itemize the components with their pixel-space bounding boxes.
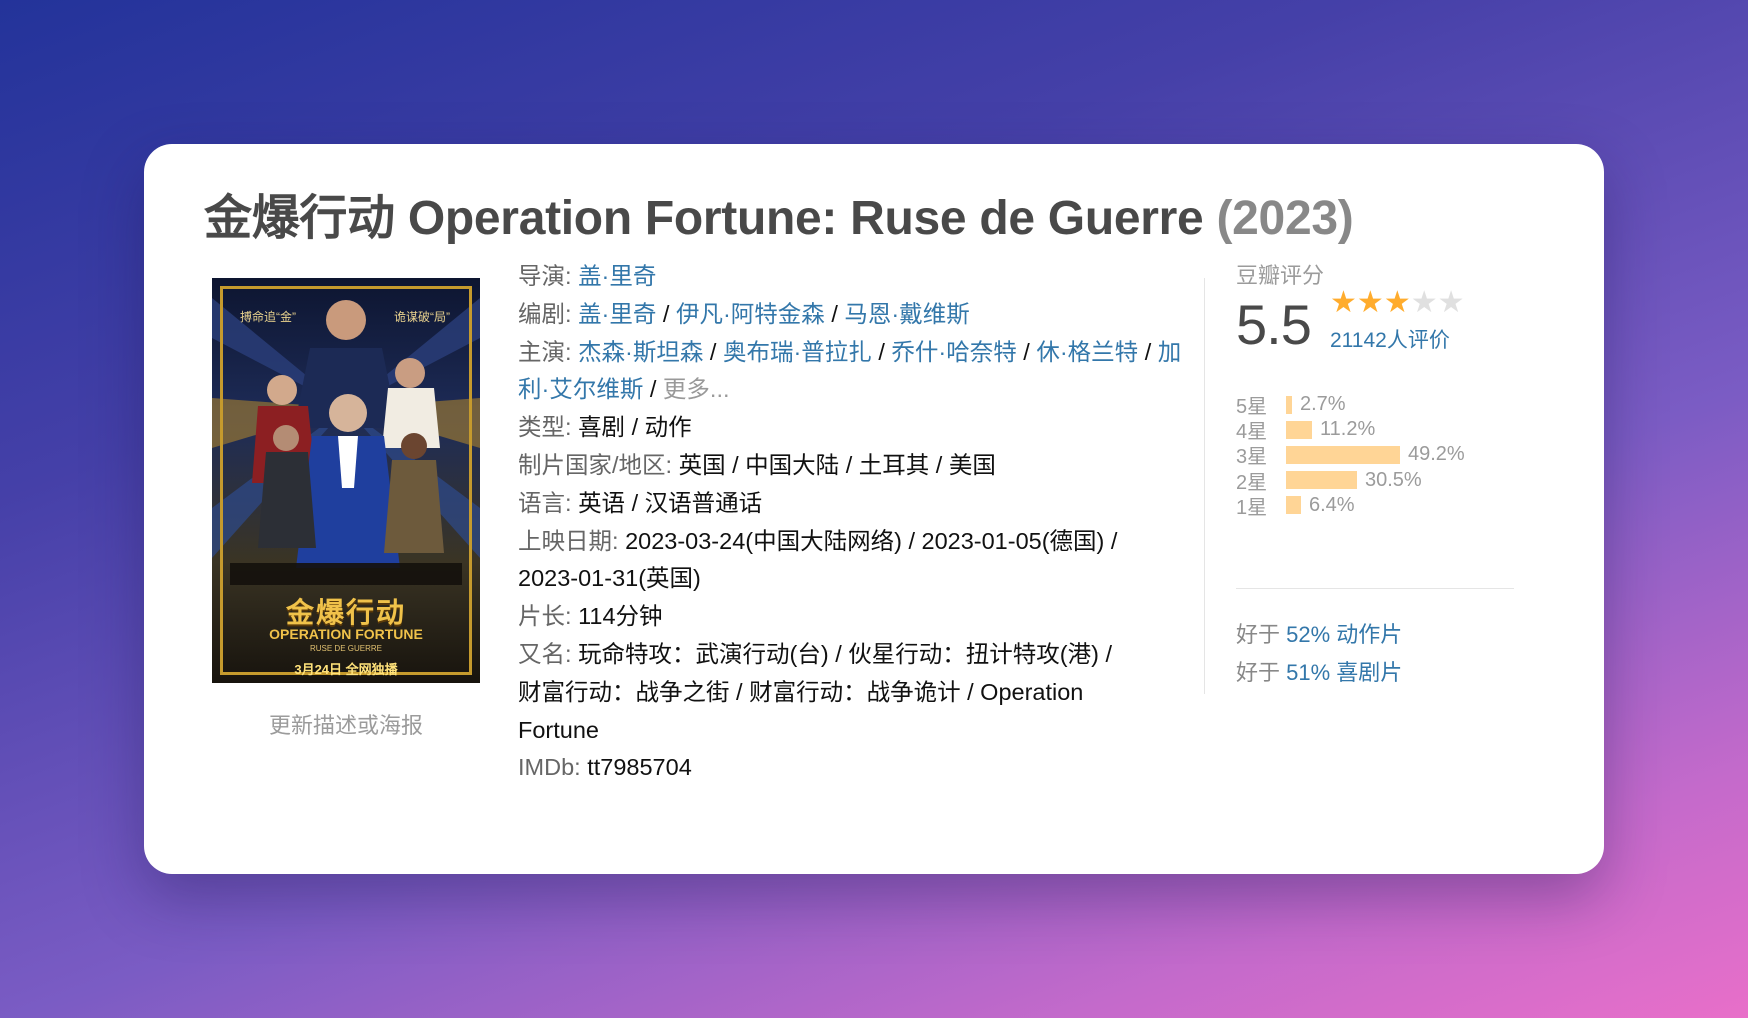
cast-more-link[interactable]: 更多... <box>663 376 730 402</box>
better-than-link[interactable]: 52% 动作片 <box>1286 622 1402 647</box>
movie-title: 金爆行动 Operation Fortune: Ruse de Guerre (… <box>204 178 1354 248</box>
genre-row: 类型: 喜剧 / 动作 <box>518 409 1184 447</box>
rating-bar-label: 1星 <box>1236 496 1268 519</box>
rating-bar-percent: 11.2% <box>1320 418 1376 441</box>
separator: / <box>709 338 717 365</box>
rating-divider <box>1236 588 1514 589</box>
separator: / <box>649 376 657 403</box>
rating-distribution: 5星 2.7% 4星 11.2% 3星 49.2% 2星 30.5% 1星 6.4% <box>1236 392 1514 519</box>
better-than-section: 好于 52% 动作片 好于 51% 喜剧片 <box>1236 616 1536 692</box>
movie-info: 导演: 盖·里奇 编剧: 盖·里奇 / 伊凡·阿特金森 / 马恩·戴维斯 主演:… <box>518 258 1184 787</box>
writer-label: 编剧: <box>518 300 572 327</box>
star-empty-icon: ★ <box>1410 286 1438 319</box>
imdb-row: IMDb: tt7985704 <box>518 749 1184 787</box>
star-filled-icon: ★ <box>1383 286 1411 319</box>
runtime-value: 114分钟 <box>578 603 663 630</box>
rating-bar <box>1286 395 1292 414</box>
separator: / <box>1144 338 1152 365</box>
country-label: 制片国家/地区: <box>518 451 673 478</box>
cast-row: 主演: 杰森·斯坦森 / 奥布瑞·普拉扎 / 乔什·哈奈特 / 休·格兰特 / … <box>518 334 1184 410</box>
cast-link[interactable]: 奥布瑞·普拉扎 <box>723 339 872 365</box>
separator: / <box>878 338 885 365</box>
cast-link[interactable]: 乔什·哈奈特 <box>891 339 1016 365</box>
release-row: 上映日期: 2023-03-24(中国大陆网络) / 2023-01-05(德国… <box>518 523 1184 561</box>
release-label: 上映日期: <box>518 527 619 554</box>
release-value: 2023-03-24(中国大陆网络) / 2023-01-05(德国) / <box>625 527 1118 554</box>
aka-value: 玩命特攻：武演行动(台) / 伙星行动：扭计特攻(港) / <box>578 640 1113 667</box>
language-label: 语言: <box>518 489 572 516</box>
update-poster-link[interactable]: 更新描述或海报 <box>212 708 480 740</box>
director-row: 导演: 盖·里奇 <box>518 258 1184 296</box>
aka-label: 又名: <box>518 640 572 667</box>
rating-score: 5.5 <box>1236 293 1312 356</box>
rating-bar-percent: 30.5% <box>1365 468 1422 491</box>
title-en: Operation Fortune: Ruse de Guerre <box>407 192 1204 245</box>
poster-en-title: OPERATION FORTUNE <box>269 626 423 642</box>
runtime-row: 片长: 114分钟 <box>518 598 1184 636</box>
writer-link[interactable]: 马恩·戴维斯 <box>844 301 969 327</box>
better-than-prefix: 好于 <box>1236 622 1281 647</box>
separator: / <box>662 300 670 327</box>
rating-bar <box>1286 445 1400 464</box>
writer-link[interactable]: 伊凡·阿特金森 <box>676 301 825 327</box>
movie-year: (2023) <box>1216 192 1354 245</box>
poster-release-text: 3月24日 全网独播 <box>294 662 398 677</box>
language-value: 英语 / 汉语普通话 <box>578 489 763 516</box>
writer-row: 编剧: 盖·里奇 / 伊凡·阿特金森 / 马恩·戴维斯 <box>518 296 1184 334</box>
director-label: 导演: <box>518 263 572 289</box>
rating-label: 豆瓣评分 <box>1236 263 1325 288</box>
rating-bar <box>1286 420 1312 439</box>
rating-bar <box>1286 471 1357 490</box>
imdb-value: tt7985704 <box>587 754 692 781</box>
aka-value: Fortune <box>518 716 599 743</box>
release-row-cont: 2023-01-31(英国) <box>518 560 1184 598</box>
rating-bar-percent: 2.7% <box>1300 393 1346 416</box>
star-empty-icon: ★ <box>1437 286 1465 319</box>
rating-bar-row: 4星 11.2% <box>1236 417 1514 443</box>
runtime-label: 片长: <box>518 603 572 630</box>
better-than-row: 好于 52% 动作片 <box>1236 616 1536 654</box>
section-divider <box>1204 278 1205 694</box>
country-row: 制片国家/地区: 英国 / 中国大陆 / 土耳其 / 美国 <box>518 447 1184 485</box>
country-value: 英国 / 中国大陆 / 土耳其 / 美国 <box>678 451 996 478</box>
movie-poster[interactable]: 搏命追“金” 诡谋破“局” 金爆行动 OPERATION FORTUNE RUS… <box>212 278 480 683</box>
better-than-link[interactable]: 51% 喜剧片 <box>1286 660 1402 685</box>
rating-bar-row: 1星 6.4% <box>1236 493 1514 519</box>
rating-bar-percent: 49.2% <box>1408 443 1465 466</box>
title-cn: 金爆行动 <box>204 192 395 245</box>
director-link[interactable]: 盖·里奇 <box>578 263 656 289</box>
release-value: 2023-01-31(英国) <box>518 565 701 592</box>
cast-link[interactable]: 杰森·斯坦森 <box>578 339 703 365</box>
star-filled-icon: ★ <box>1330 286 1357 319</box>
star-filled-icon: ★ <box>1356 286 1384 319</box>
movie-card: 金爆行动 Operation Fortune: Ruse de Guerre (… <box>144 144 1604 874</box>
better-than-prefix: 好于 <box>1236 660 1281 685</box>
imdb-label: IMDb: <box>518 754 581 781</box>
poster-tag-right: 诡谋破“局” <box>394 310 450 324</box>
cast-label: 主演: <box>518 338 572 365</box>
poster-tag-left: 搏命追“金” <box>240 310 296 324</box>
language-row: 语言: 英语 / 汉语普通话 <box>518 485 1184 523</box>
separator: / <box>1023 338 1030 365</box>
writer-link[interactable]: 盖·里奇 <box>578 301 656 327</box>
rating-bar <box>1286 496 1301 515</box>
genre-label: 类型: <box>518 414 572 441</box>
rating-stars: ★ ★ ★ ★ ★ <box>1330 288 1465 318</box>
aka-row-cont: Fortune <box>518 712 1184 750</box>
aka-row: 又名: 玩命特攻：武演行动(台) / 伙星行动：扭计特攻(港) / <box>518 636 1184 674</box>
separator: / <box>831 300 838 327</box>
poster-sub-title: RUSE DE GUERRE <box>309 644 382 653</box>
aka-value: 财富行动：战争之街 / 财富行动：战争诡计 / Operation <box>518 678 1084 705</box>
cast-link[interactable]: 休·格兰特 <box>1036 339 1138 365</box>
rating-bar-row: 2星 30.5% <box>1236 468 1514 494</box>
votes-link[interactable]: 21142人评价 <box>1330 324 1450 354</box>
aka-row-cont: 财富行动：战争之街 / 财富行动：战争诡计 / Operation <box>518 674 1184 712</box>
rating-bar-row: 3星 49.2% <box>1236 442 1514 468</box>
better-than-row: 好于 51% 喜剧片 <box>1236 654 1536 692</box>
genre-value: 喜剧 / 动作 <box>578 414 692 441</box>
rating-bar-percent: 6.4% <box>1309 493 1355 516</box>
poster-cn-title: 金爆行动 <box>285 597 406 628</box>
rating-bar-row: 5星 2.7% <box>1236 392 1514 418</box>
